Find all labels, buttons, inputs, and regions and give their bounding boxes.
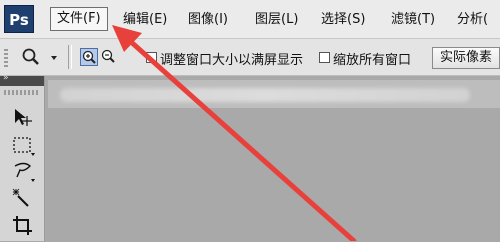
- annotation-arrow-icon: [112, 25, 357, 241]
